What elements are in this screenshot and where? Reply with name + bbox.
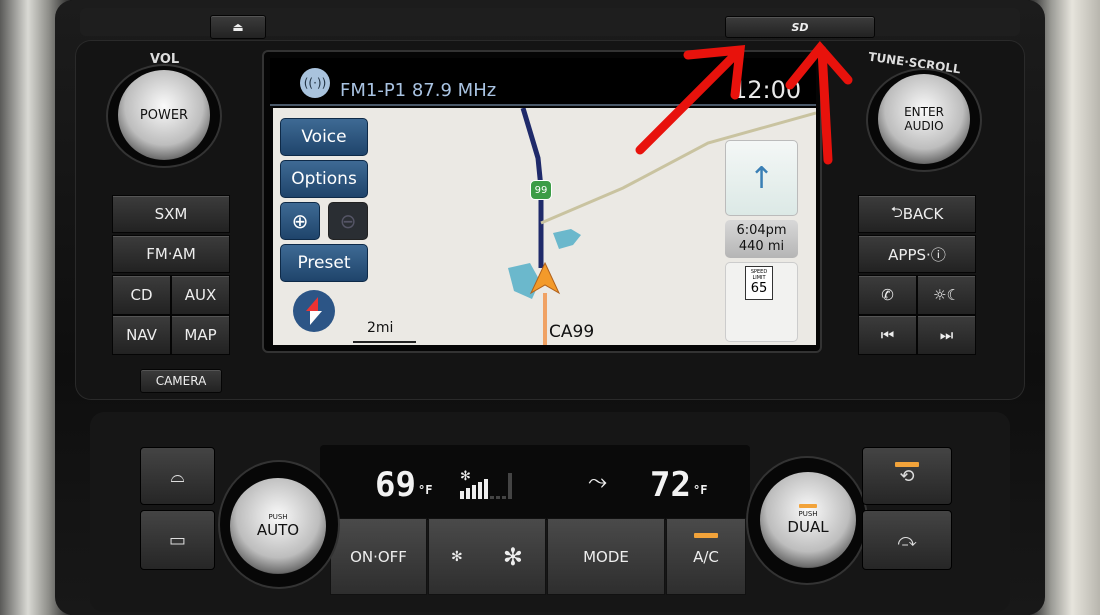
annotation-arrows xyxy=(635,41,853,165)
red-arrow xyxy=(785,41,853,165)
red-arrow xyxy=(635,44,746,155)
